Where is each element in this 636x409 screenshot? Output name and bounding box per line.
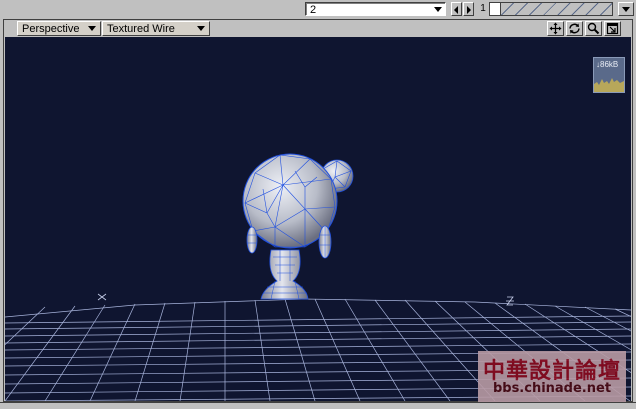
move-icon xyxy=(549,22,562,35)
top-toolbar: 2 1 xyxy=(0,0,636,19)
chevron-down-icon xyxy=(434,7,442,12)
toolbar-menu-button[interactable] xyxy=(618,2,634,16)
frame-slider-thumb[interactable] xyxy=(490,3,501,15)
prev-frame-button[interactable] xyxy=(451,2,462,16)
model-pedestal xyxy=(260,249,309,300)
arrow-right-icon xyxy=(467,6,471,14)
next-frame-button[interactable] xyxy=(463,2,474,16)
render-mode-label: Textured Wire xyxy=(107,23,175,35)
frame-slider[interactable] xyxy=(489,2,613,16)
viewport-header: Perspective Textured Wire xyxy=(4,20,632,37)
maximize-icon xyxy=(606,22,619,35)
memory-monitor: ↓86kB xyxy=(593,57,625,93)
zoom-icon xyxy=(587,22,600,35)
memory-graph-icon xyxy=(594,78,624,92)
chevron-down-icon xyxy=(622,7,630,12)
viewport-scene[interactable] xyxy=(5,37,631,401)
render-mode-select[interactable]: Textured Wire xyxy=(102,21,210,36)
rotate-icon xyxy=(569,23,580,34)
view-mode-label: Perspective xyxy=(22,23,80,35)
scene-graphics xyxy=(5,153,631,401)
move-view-button[interactable] xyxy=(547,21,564,36)
chevron-down-icon xyxy=(88,26,96,31)
layer-select-value: 2 xyxy=(310,4,317,16)
layer-select[interactable]: 2 xyxy=(305,2,446,16)
model-earring-left xyxy=(246,226,258,254)
chevron-down-icon xyxy=(197,26,205,31)
axis-x-marker xyxy=(97,293,107,301)
memory-label: ↓86kB xyxy=(596,60,619,69)
zoom-view-button[interactable] xyxy=(585,21,602,36)
viewport: Perspective Textured Wire ↓86kB xyxy=(3,19,633,402)
current-frame: 1 xyxy=(480,3,486,14)
watermark-url: bbs.chinade.net xyxy=(492,381,612,396)
model-earring-right xyxy=(318,225,332,259)
rotate-view-button[interactable] xyxy=(566,21,583,36)
watermark: 中華設計論壇 bbs.chinade.net xyxy=(478,351,626,402)
view-mode-select[interactable]: Perspective xyxy=(17,21,101,36)
arrow-left-icon xyxy=(454,6,458,14)
maximize-view-button[interactable] xyxy=(604,21,621,36)
